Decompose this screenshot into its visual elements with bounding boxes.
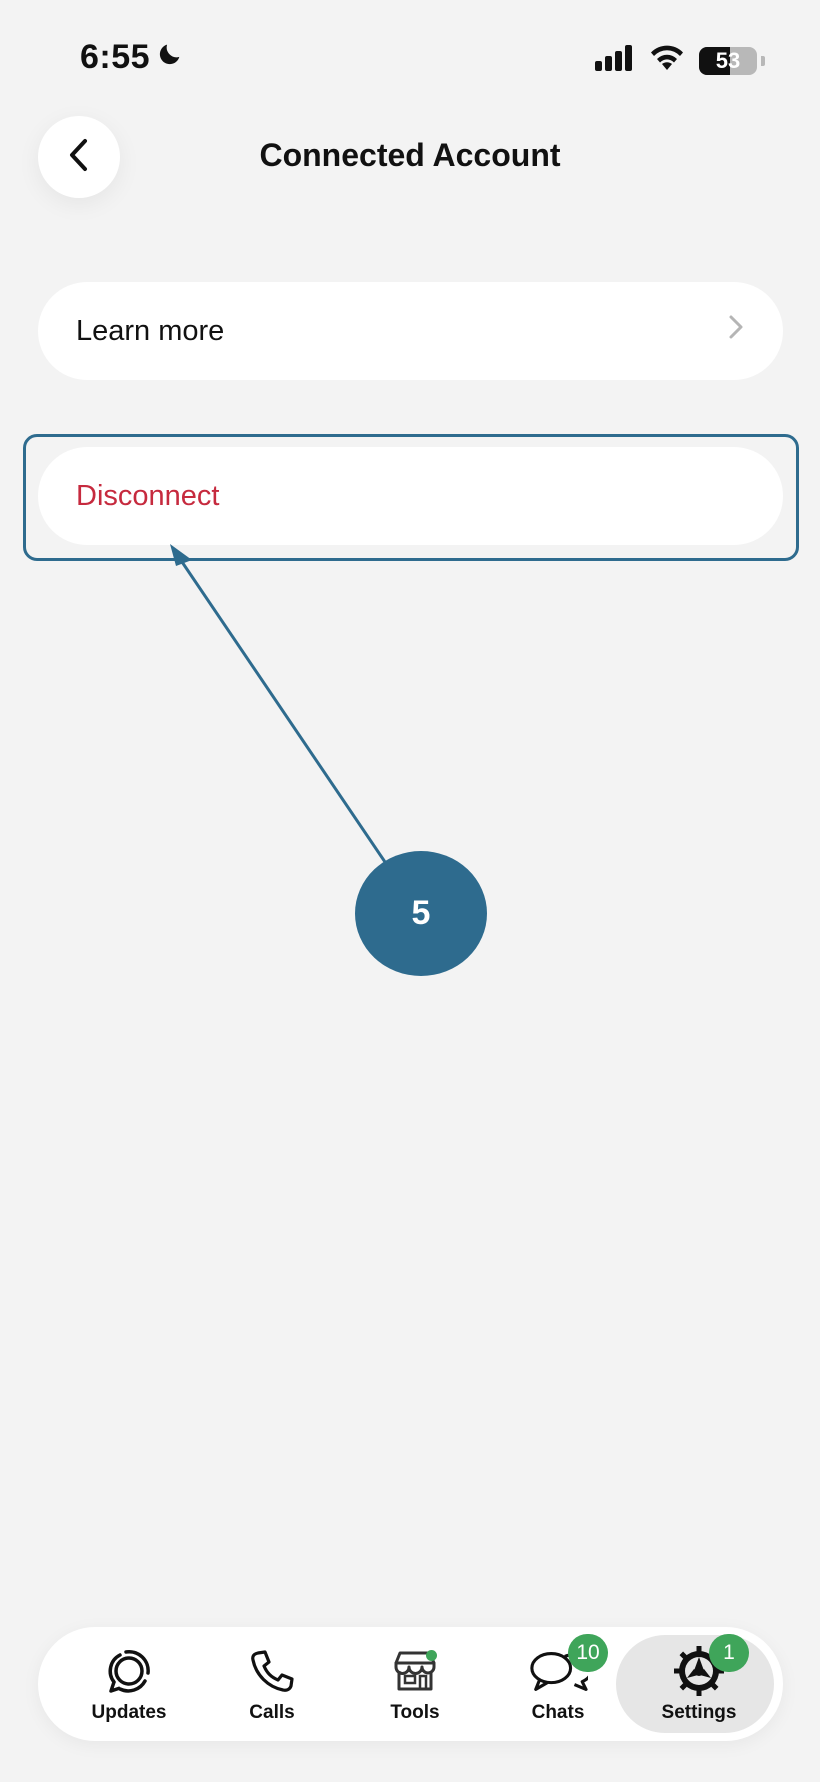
tab-calls[interactable]: Calls: [201, 1627, 343, 1741]
tab-label-tools: Tools: [390, 1702, 440, 1723]
chats-icon: 10: [528, 1634, 608, 1698]
tab-bar: Updates Calls Tools 10 Chats 1 Settings: [38, 1627, 783, 1741]
tab-label-updates: Updates: [91, 1702, 167, 1723]
tab-label-calls: Calls: [249, 1702, 295, 1723]
chats-badge: 10: [568, 1634, 608, 1672]
phone-icon: [242, 1644, 302, 1698]
tab-updates[interactable]: Updates: [58, 1627, 200, 1741]
settings-badge: 1: [709, 1634, 749, 1672]
tab-settings[interactable]: 1 Settings: [628, 1627, 770, 1741]
tab-chats[interactable]: 10 Chats: [487, 1627, 629, 1741]
step-number-badge: 5: [355, 851, 487, 976]
settings-icon: 1: [669, 1634, 749, 1698]
tab-label-settings: Settings: [661, 1702, 737, 1723]
tab-tools[interactable]: Tools: [344, 1627, 486, 1741]
store-icon: [385, 1644, 445, 1698]
updates-icon: [99, 1644, 159, 1698]
screen: 6:55 53 Connected Account Learn more Dis…: [0, 0, 820, 1782]
tab-label-chats: Chats: [531, 1702, 585, 1723]
tools-notification-dot: [426, 1650, 437, 1661]
